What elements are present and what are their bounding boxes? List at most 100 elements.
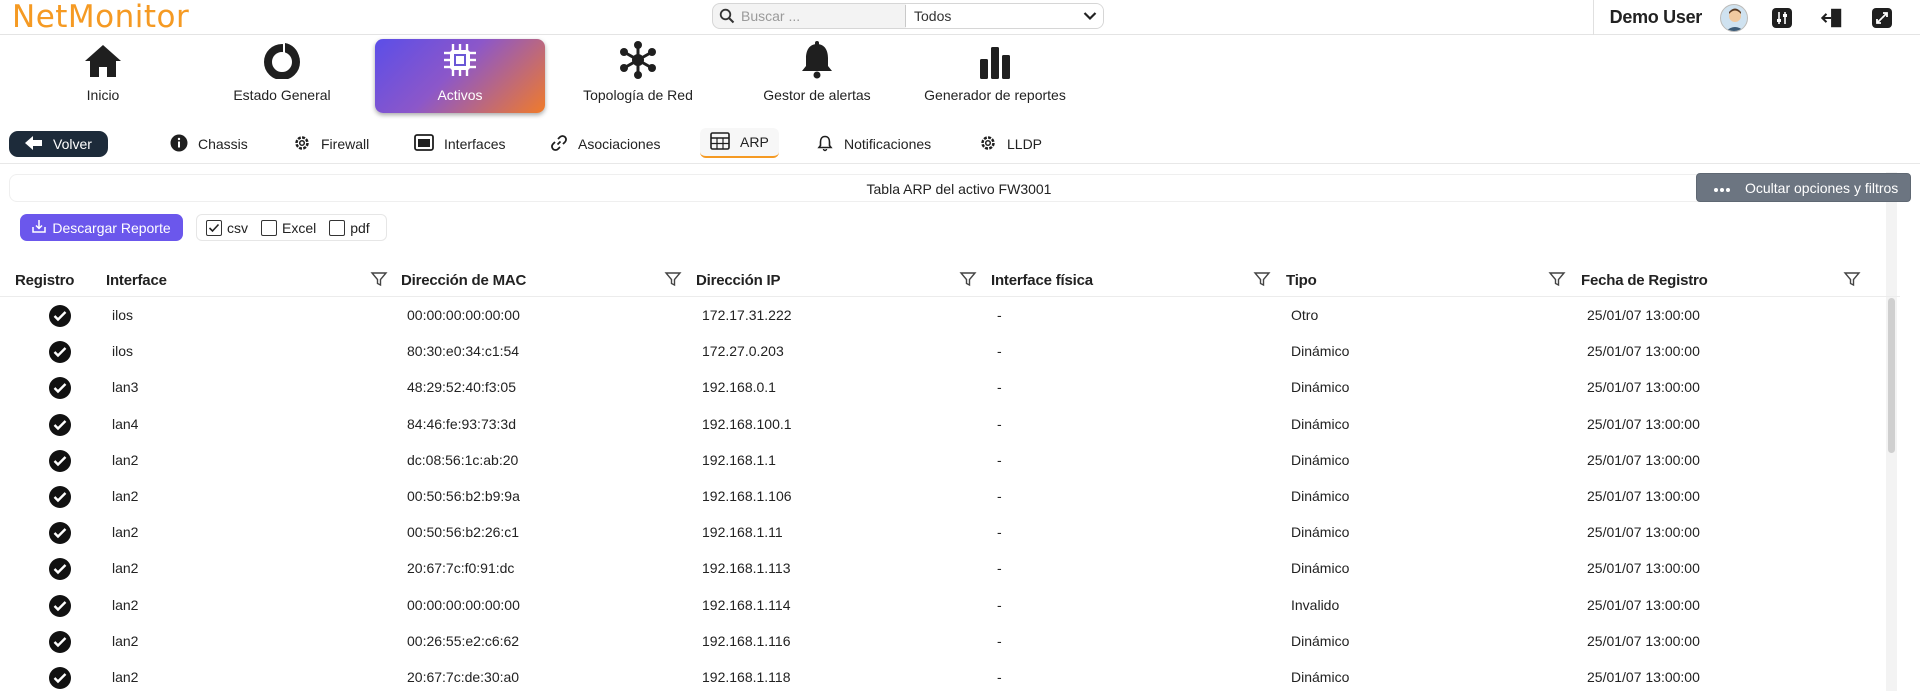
nav-item-activos[interactable]: Activos — [375, 39, 545, 113]
table-row[interactable]: lan2 20:67:7c:f0:91:dc 192.168.1.113 - Dinám… — [0, 551, 1880, 587]
nav-item-inicio[interactable]: Inicio — [18, 39, 188, 113]
equalizer-icon[interactable] — [1770, 6, 1794, 30]
tab-interfaces[interactable]: Interfaces — [414, 131, 505, 157]
col-phys[interactable]: Interface física — [991, 268, 1093, 292]
nav-label: Generador de reportes — [924, 87, 1066, 103]
table-row[interactable]: ilos 80:30:e0:34:c1:54 172.27.0.203 - Dinámi… — [0, 334, 1880, 370]
table-row[interactable]: lan2 00:26:55:e2:c6:62 192.168.1.116 - Dinám… — [0, 624, 1880, 660]
cell-phys: - — [997, 632, 1002, 649]
cell-tipo: Dinámico — [1291, 560, 1350, 577]
download-label: Descargar Reporte — [52, 219, 171, 236]
app-logo[interactable]: NetMonitor — [12, 0, 189, 34]
avatar[interactable] — [1720, 3, 1748, 32]
tab-arp[interactable]: ARP — [700, 128, 779, 158]
cell-mac: 48:29:52:40:f3:05 — [407, 379, 516, 396]
monitor-icon — [414, 133, 434, 155]
nav-item-estado-general[interactable]: Estado General — [197, 39, 367, 113]
tab-label: ARP — [740, 134, 769, 150]
tab-chassis[interactable]: Chassis — [170, 131, 248, 157]
download-report-button[interactable]: Descargar Reporte — [20, 214, 183, 241]
cell-mac: 80:30:e0:34:c1:54 — [407, 343, 520, 360]
table-row[interactable]: ilos 00:00:00:00:00:00 172.17.31.222 - Otro 2… — [0, 298, 1880, 334]
table-header: Registro Interface Dirección de MAC Dire… — [0, 264, 1900, 297]
tab-asociaciones[interactable]: Asociaciones — [550, 131, 661, 157]
search-input[interactable] — [741, 4, 901, 28]
cell-ip: 172.17.31.222 — [702, 307, 792, 323]
bar-chart-icon — [910, 39, 1080, 83]
cell-fecha: 25/01/07 13:00:00 — [1587, 488, 1700, 504]
checkbox-checked[interactable] — [206, 219, 222, 236]
tab-lldp[interactable]: LLDP — [979, 131, 1042, 157]
cell-tipo: Dinámico — [1291, 415, 1350, 432]
check-circle-icon — [49, 630, 71, 653]
nav-item-gestor-alertas[interactable]: Gestor de alertas — [732, 39, 902, 113]
col-mac[interactable]: Dirección de MAC — [401, 268, 526, 292]
format-csv[interactable]: csv — [206, 219, 248, 236]
tab-label: Firewall — [321, 136, 370, 152]
hide-filters-label: Ocultar opciones y filtros — [1745, 179, 1899, 196]
table-row[interactable]: lan2 00:50:56:b2:b9:9a 192.168.1.106 - Dinám… — [0, 479, 1880, 515]
filter-icon[interactable] — [1253, 270, 1271, 288]
back-button[interactable]: Volver — [9, 131, 108, 157]
cell-fecha: 25/01/07 13:00:00 — [1587, 524, 1700, 541]
filter-icon[interactable] — [1843, 270, 1861, 288]
table-row[interactable]: lan4 84:46:fe:93:73:3d 192.168.100.1 - Dinám… — [0, 407, 1880, 443]
nav-item-generador-reportes[interactable]: Generador de reportes — [910, 39, 1080, 113]
cell-mac: 00:26:55:e2:c6:62 — [407, 632, 520, 649]
col-registro[interactable]: Registro — [15, 268, 74, 292]
cell-interface: lan3 — [112, 379, 139, 396]
table-row[interactable]: lan2 00:00:00:00:00:00 192.168.1.114 - Inval… — [0, 588, 1880, 624]
cell-mac: 84:46:fe:93:73:3d — [407, 415, 516, 432]
cell-interface: lan2 — [112, 632, 139, 649]
table-row[interactable]: lan2 dc:08:56:1c:ab:20 192.168.1.1 - Dinámic… — [0, 443, 1880, 479]
col-interface[interactable]: Interface — [106, 268, 167, 292]
checkbox[interactable] — [329, 219, 346, 236]
tab-label: LLDP — [1007, 136, 1043, 152]
cell-interface: ilos — [112, 307, 134, 323]
filter-icon[interactable] — [1548, 270, 1566, 288]
cell-interface: lan2 — [112, 488, 139, 504]
filter-icon[interactable] — [959, 270, 977, 288]
table-row[interactable]: lan2 00:50:56:b2:26:c1 192.168.1.11 - Dinámi… — [0, 515, 1880, 551]
cell-phys: - — [997, 560, 1002, 577]
check-circle-icon — [49, 594, 71, 617]
format-excel[interactable]: Excel — [261, 219, 316, 236]
logout-icon[interactable] — [1820, 6, 1844, 30]
tab-label: Interfaces — [444, 136, 506, 152]
nav-item-topologia[interactable]: Topología de Red — [553, 39, 723, 113]
top-bar: NetMonitor Todos Demo User — [0, 0, 1920, 35]
hide-filters-button[interactable]: Ocultar opciones y filtros — [1696, 173, 1911, 202]
search-scope-select[interactable]: Todos — [906, 4, 1103, 28]
col-fecha[interactable]: Fecha de Registro — [1581, 268, 1708, 292]
cell-ip: 192.168.1.1 — [702, 451, 776, 468]
cell-fecha: 25/01/07 13:00:00 — [1587, 451, 1700, 468]
search-icon[interactable] — [713, 4, 741, 28]
checkbox[interactable] — [261, 219, 277, 236]
check-circle-icon — [49, 449, 71, 472]
table-icon — [710, 131, 730, 153]
cell-phys: - — [997, 669, 1002, 685]
tab-notificaciones[interactable]: Notificaciones — [816, 131, 931, 157]
col-tipo[interactable]: Tipo — [1286, 268, 1317, 292]
cell-fecha: 25/01/07 13:00:00 — [1587, 379, 1700, 396]
cell-interface: lan2 — [112, 596, 139, 613]
filter-icon[interactable] — [664, 270, 682, 288]
check-circle-icon — [49, 305, 71, 327]
table-row[interactable]: lan3 48:29:52:40:f3:05 192.168.0.1 - Dinámic… — [0, 370, 1880, 406]
table-row[interactable]: lan2 20:67:7c:de:30:a0 192.168.1.118 - Dinám… — [0, 660, 1880, 691]
nav-label: Activos — [437, 87, 483, 103]
switch-icon[interactable] — [1870, 6, 1894, 30]
scrollbar-thumb[interactable] — [1888, 298, 1895, 453]
filter-icon[interactable] — [370, 270, 388, 288]
chip-icon — [375, 39, 545, 83]
tab-firewall[interactable]: Firewall — [293, 131, 369, 157]
table-title-bar: Tabla ARP del activo FW3001 — [9, 174, 1909, 202]
format-pdf[interactable]: pdf — [329, 219, 370, 236]
bell-outline-icon — [816, 134, 834, 155]
check-circle-icon — [49, 377, 71, 400]
format-label: pdf — [350, 219, 370, 236]
col-ip[interactable]: Dirección IP — [696, 268, 780, 292]
user-name: Demo User — [1609, 7, 1703, 27]
cell-mac: 00:00:00:00:00:00 — [407, 596, 520, 613]
cell-ip: 192.168.1.11 — [702, 524, 783, 541]
